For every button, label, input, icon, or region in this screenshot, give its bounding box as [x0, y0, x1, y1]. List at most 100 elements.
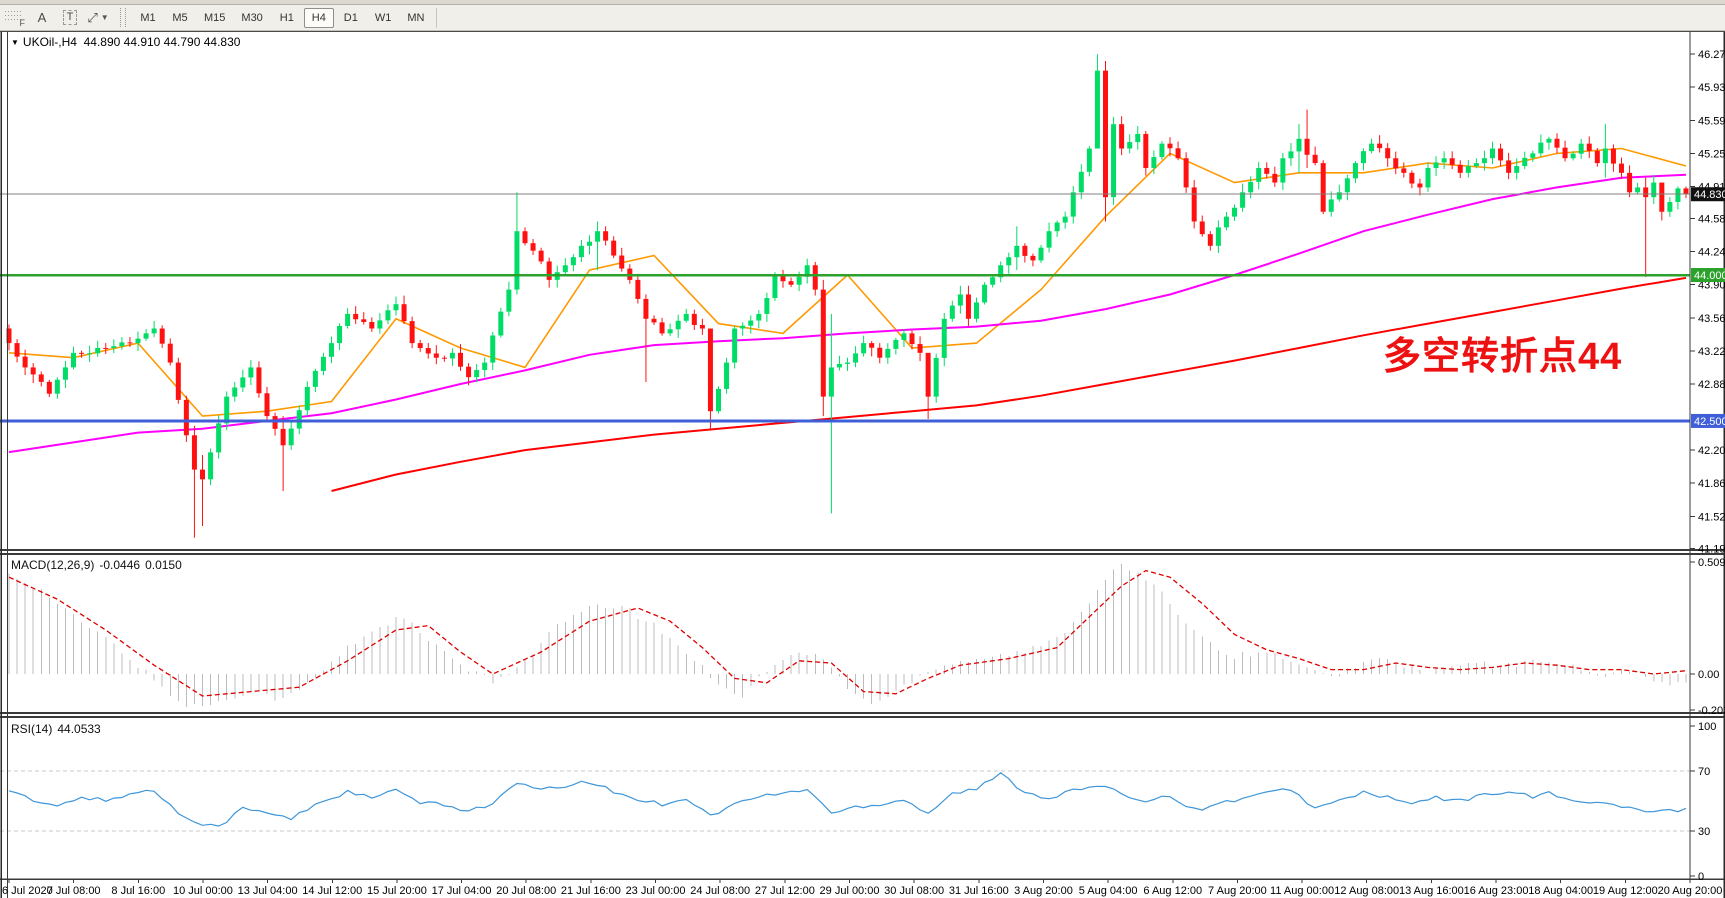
candle-body — [184, 400, 189, 435]
candle-body — [474, 370, 479, 377]
candle-body — [39, 374, 44, 381]
candle-body — [402, 304, 407, 321]
price-tick-label: 70 — [1698, 766, 1710, 778]
price-tick-label: 46.270 — [1698, 49, 1725, 61]
candle-body — [224, 397, 229, 424]
candle-body — [1587, 144, 1592, 151]
price-tick-label: 43.560 — [1698, 313, 1725, 325]
text-label-icon[interactable]: T — [57, 7, 83, 28]
price-tick-label: 0 — [1698, 871, 1704, 883]
candle-body — [910, 333, 915, 344]
candle-body — [103, 348, 108, 349]
candle-body — [152, 329, 157, 334]
price-tick-label: 41.860 — [1698, 478, 1725, 490]
candle-body — [845, 363, 850, 364]
candle-body — [1409, 173, 1414, 184]
candle-body — [458, 353, 463, 367]
candle-body — [539, 251, 544, 262]
candle-body — [603, 231, 608, 240]
price-tick-label: 45.250 — [1698, 148, 1725, 160]
candle-body — [119, 342, 124, 346]
macd-histogram — [9, 564, 1686, 707]
price-axis[interactable]: 46.27045.93045.59045.25044.91044.58044.2… — [1690, 49, 1725, 883]
chart-annotation-text[interactable]: 多空转折点44 — [1383, 325, 1622, 380]
candle-body — [87, 353, 92, 354]
timeframe-button-m15[interactable]: M15 — [197, 8, 232, 28]
ma-mid-magenta-line[interactable] — [9, 175, 1686, 452]
candle-body — [1434, 162, 1439, 168]
candle-body — [1224, 217, 1229, 228]
candle-body — [668, 329, 673, 333]
candle-body — [1522, 158, 1527, 166]
candle-body — [1442, 158, 1447, 162]
candle-body — [1595, 151, 1600, 163]
time-tick-label: 30 Jul 08:00 — [884, 885, 944, 897]
timeframe-button-mn[interactable]: MN — [400, 8, 431, 28]
candle-body — [1345, 178, 1350, 192]
timeframe-button-d1[interactable]: D1 — [336, 8, 366, 28]
candle-body — [861, 343, 866, 353]
candle-body — [1168, 144, 1173, 149]
arrows-icon[interactable]: ⤢ ▼ — [85, 7, 111, 28]
timeframe-button-m5[interactable]: M5 — [165, 8, 195, 28]
candle-body — [853, 353, 858, 362]
candle-body — [1369, 144, 1374, 151]
candle-body — [23, 357, 28, 368]
time-axis[interactable]: 6 Jul 20207 Jul 08:008 Jul 16:0010 Jul 0… — [2, 879, 1722, 897]
candle-body — [1675, 188, 1680, 202]
timeframe-button-h1[interactable]: H1 — [272, 8, 302, 28]
candle-body — [1474, 163, 1479, 166]
candle-body — [1361, 151, 1366, 163]
candle-body — [297, 410, 302, 428]
price-tick-label: -0.2032 — [1698, 705, 1725, 717]
candle-body — [305, 387, 310, 410]
candle-body — [208, 452, 213, 479]
candle-body — [1192, 187, 1197, 221]
timeframe-button-m30[interactable]: M30 — [234, 8, 269, 28]
price-marker-label: 42.500 — [1694, 416, 1725, 428]
text-glyph: A — [38, 10, 47, 25]
timeframe-button-m1[interactable]: M1 — [133, 8, 163, 28]
toolbar-grip-handle[interactable] — [120, 8, 126, 27]
candle-body — [329, 343, 334, 357]
time-tick-label: 13 Jul 04:00 — [238, 885, 298, 897]
candle-body — [643, 299, 648, 319]
chart-dropdown-icon[interactable]: ▼ — [11, 38, 19, 47]
time-tick-label: 5 Aug 04:00 — [1079, 885, 1138, 897]
main-price-panel[interactable] — [0, 54, 1690, 538]
candle-body — [1200, 221, 1205, 234]
candle-body — [1619, 164, 1624, 173]
timeframe-button-w1[interactable]: W1 — [368, 8, 399, 28]
candle-body — [385, 310, 390, 320]
ma-slow-red-line[interactable] — [332, 278, 1687, 491]
candle-body — [692, 314, 697, 325]
macd-panel[interactable] — [9, 564, 1686, 707]
time-tick-label: 15 Jul 20:00 — [367, 885, 427, 897]
price-marker-label: 44.000 — [1694, 270, 1725, 282]
candle-body — [587, 242, 592, 246]
time-tick-label: 18 Aug 04:00 — [1528, 885, 1593, 897]
chart-canvas[interactable]: 46.27045.93045.59045.25044.91044.58044.2… — [0, 32, 1725, 898]
candlesticks[interactable] — [7, 54, 1689, 538]
rsi-line — [9, 773, 1686, 826]
candle-body — [764, 298, 769, 314]
candle-body — [1498, 149, 1503, 161]
fibonacci-retracement-icon[interactable]: F — [1, 7, 27, 28]
candle-body — [1119, 124, 1124, 148]
candle-body — [652, 319, 657, 323]
candle-body — [797, 277, 802, 285]
timeframe-button-h4[interactable]: H4 — [304, 8, 334, 28]
text-icon[interactable]: A — [29, 7, 55, 28]
candle-body — [1095, 71, 1100, 149]
rsi-panel[interactable] — [0, 771, 1690, 831]
candle-body — [1377, 144, 1382, 149]
candle-body — [1611, 149, 1616, 164]
candle-body — [1111, 124, 1116, 197]
candle-body — [1603, 149, 1608, 164]
candle-body — [1272, 174, 1277, 183]
candle-body — [321, 357, 326, 371]
candle-body — [1280, 158, 1285, 182]
chart-window[interactable]: 46.27045.93045.59045.25044.91044.58044.2… — [0, 31, 1725, 898]
candle-body — [418, 343, 423, 348]
dropdown-caret-icon[interactable]: ▼ — [101, 13, 109, 22]
